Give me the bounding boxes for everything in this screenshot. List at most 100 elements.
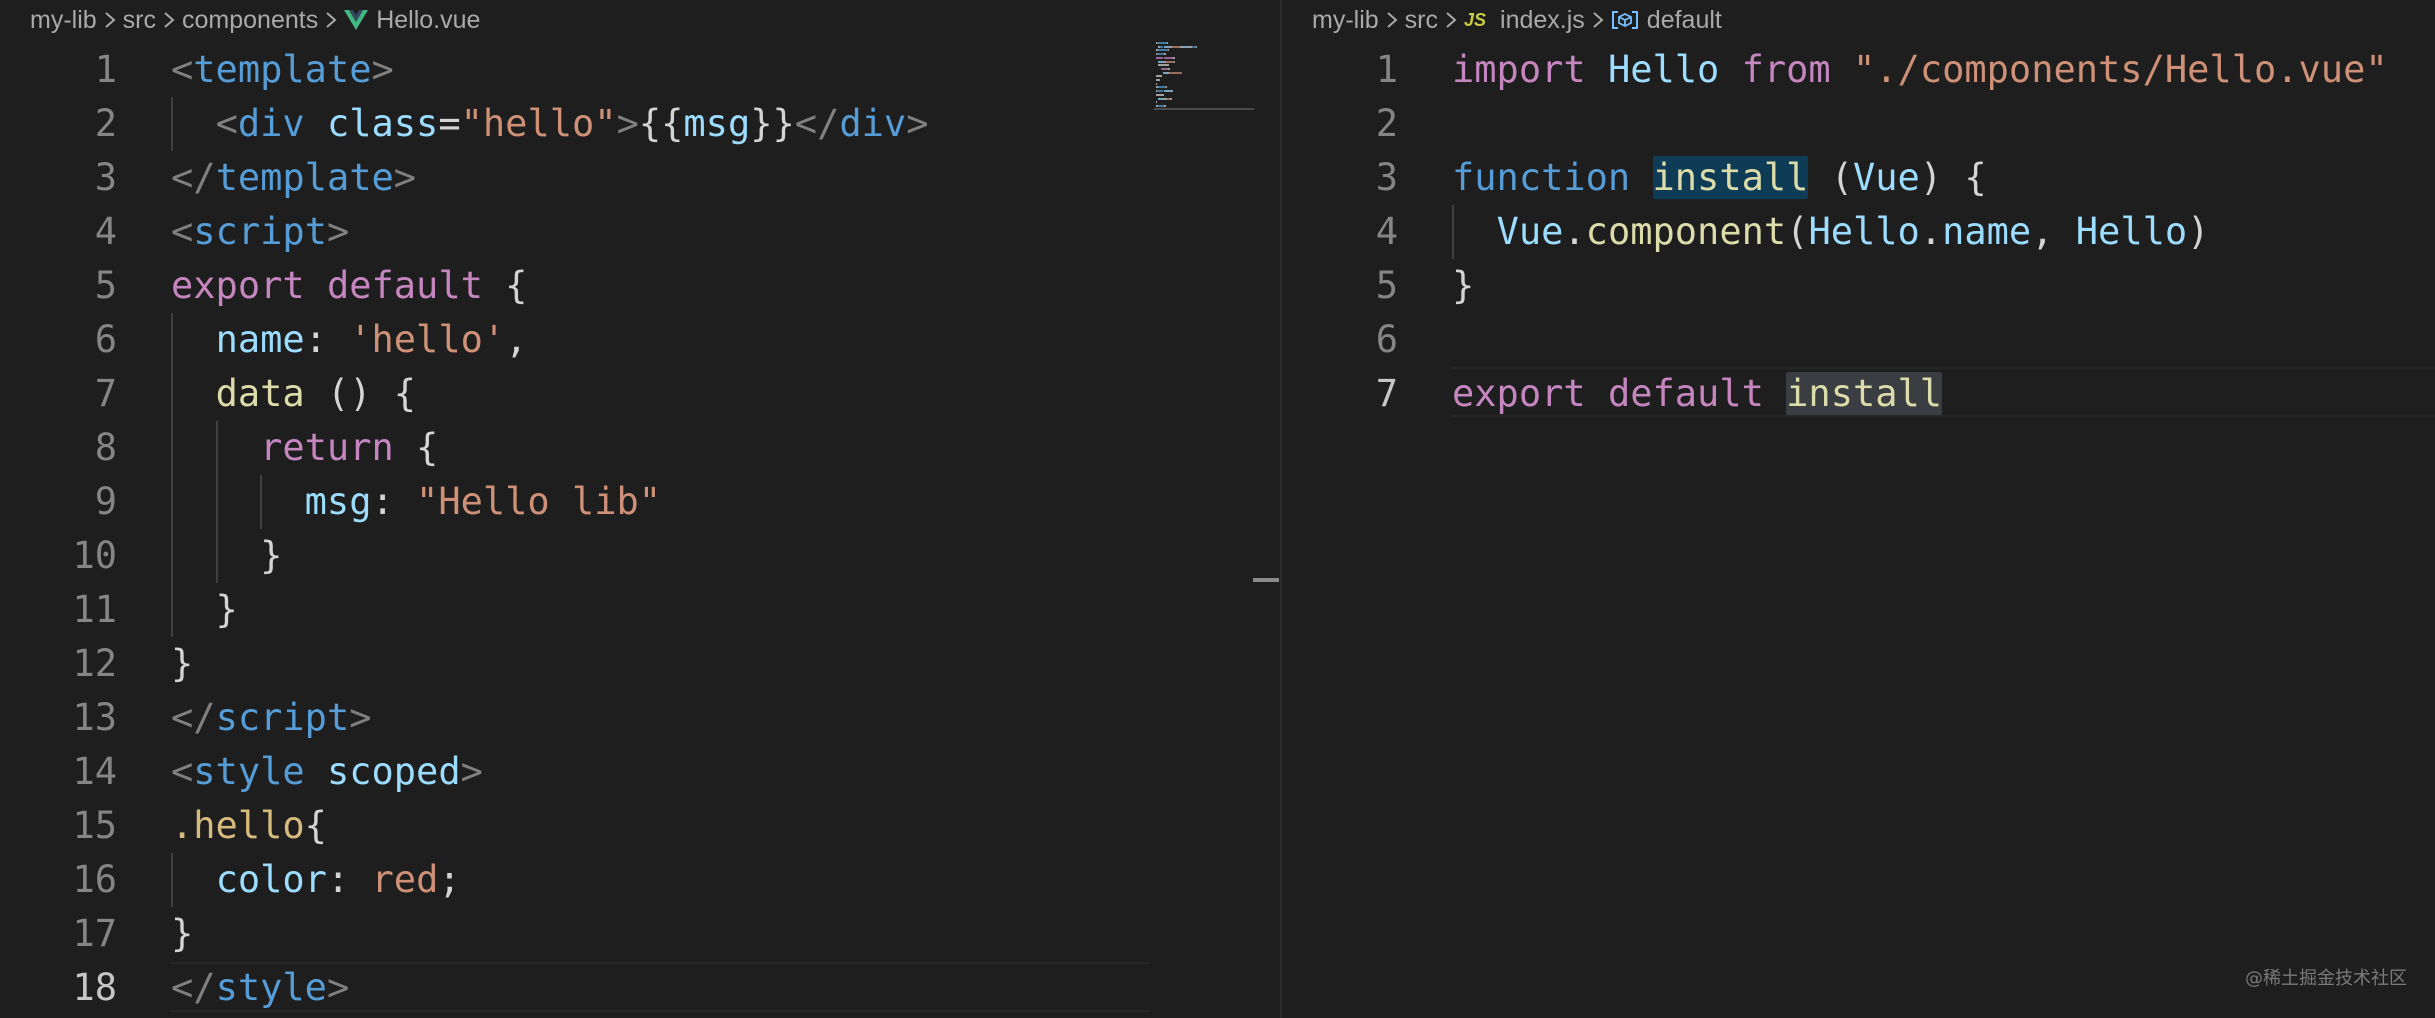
indent-guide — [260, 475, 263, 529]
code-token: "hello" — [460, 102, 617, 145]
line-number: 2 — [1375, 102, 1398, 145]
right-editor-pane[interactable]: my-lib src JS index.js default 1 import H… — [1282, 0, 2435, 1018]
code-area[interactable]: 1 <template> 2 <div class="hello">{{msg}}<… — [0, 43, 1280, 1015]
code-line[interactable]: 12} — [0, 637, 1280, 691]
code-text: } — [171, 583, 238, 637]
code-line[interactable]: 3 function install (Vue) { — [1282, 151, 2435, 205]
left-breadcrumb: my-lib src components Hello.vue — [30, 0, 480, 40]
code-line[interactable]: 10 } — [0, 529, 1280, 583]
breadcrumb-item-src[interactable]: src — [123, 6, 156, 35]
code-text: </script> — [171, 691, 372, 745]
code-line[interactable]: 2 <div class="hello">{{msg}}</div> — [0, 97, 1280, 151]
code-text: color: red; — [171, 853, 461, 907]
code-token: data — [215, 372, 305, 415]
code-token: { — [393, 426, 439, 469]
breadcrumb-item-symbol[interactable]: default — [1647, 6, 1722, 35]
code-token: () { — [304, 372, 417, 415]
code-token: > — [906, 102, 929, 145]
code-line[interactable]: 5 export default { — [0, 259, 1280, 313]
watermark-text: @稀土掘金技术社区 — [2245, 968, 2407, 989]
code-token: component — [1585, 210, 1787, 253]
line-number: 6 — [94, 318, 117, 361]
code-text: } — [171, 529, 282, 583]
breadcrumb-item-src[interactable]: src — [1405, 6, 1438, 35]
breadcrumb-item-my-lib[interactable]: my-lib — [30, 6, 97, 35]
code-token: msg — [683, 102, 751, 145]
line-number: 1 — [1375, 48, 1398, 91]
code-token: </ — [171, 966, 216, 1009]
breadcrumb-item-file[interactable]: Hello.vue — [376, 6, 480, 35]
code-token: from — [1741, 48, 1831, 91]
code-text: </template> — [171, 151, 416, 205]
code-token: ; — [438, 858, 461, 901]
code-token: red — [371, 858, 439, 901]
code-token: } — [171, 642, 194, 685]
code-token: </ — [171, 156, 216, 199]
code-line[interactable]: 8 return { — [0, 421, 1280, 475]
code-token: < — [171, 750, 194, 793]
code-text: </style> — [171, 961, 349, 1015]
code-line[interactable]: 7 data () { — [0, 367, 1280, 421]
line-number: 5 — [1375, 264, 1398, 307]
code-line[interactable]: 18 </style> — [0, 961, 1280, 1015]
indent-guide — [215, 421, 218, 583]
code-token: name — [1942, 210, 2032, 253]
code-text: <template> — [171, 43, 394, 97]
code-text: return { — [171, 421, 438, 475]
line-number: 3 — [1375, 156, 1398, 199]
code-token: .hello — [171, 804, 305, 847]
code-token: Vue — [1496, 210, 1564, 253]
code-line[interactable]: 4 <script> — [0, 205, 1280, 259]
code-area[interactable]: 1 import Hello from "./components/Hello.v… — [1282, 43, 2435, 421]
chevron-right-icon — [1379, 11, 1405, 29]
code-line[interactable]: 3 </template> — [0, 151, 1280, 205]
code-line[interactable]: 16 color: red; — [0, 853, 1280, 907]
breadcrumb-item-file[interactable]: index.js — [1500, 6, 1585, 35]
code-text: } — [1452, 259, 1474, 313]
code-token: > — [349, 696, 372, 739]
code-line[interactable]: 15 .hello{ — [0, 799, 1280, 853]
code-line[interactable]: 6 — [1282, 313, 2435, 367]
line-number: 16 — [72, 858, 117, 901]
left-editor-pane[interactable]: my-lib src components Hello.vue 1 <templa… — [0, 0, 1280, 1018]
code-line[interactable]: 1 <template> — [0, 43, 1280, 97]
code-text: <style scoped> — [171, 745, 483, 799]
code-line[interactable]: 17} — [0, 907, 1280, 961]
code-text: } — [171, 637, 193, 691]
code-line[interactable]: 5} — [1282, 259, 2435, 313]
indent-guide — [171, 853, 173, 907]
line-number: 12 — [72, 642, 117, 685]
code-token: > — [460, 750, 483, 793]
code-token: div — [839, 102, 907, 145]
code-line[interactable]: 11 } — [0, 583, 1280, 637]
code-token: script — [215, 696, 350, 739]
code-line[interactable]: 6 name: 'hello', — [0, 313, 1280, 367]
code-line[interactable]: 14 <style scoped> — [0, 745, 1280, 799]
code-line[interactable]: 4 Vue.component(Hello.name, Hello) — [1282, 205, 2435, 259]
code-text: import Hello from "./components/Hello.vu… — [1452, 43, 2388, 97]
breadcrumb-item-components[interactable]: components — [182, 6, 318, 35]
chevron-right-icon — [97, 11, 123, 29]
line-number: 4 — [1375, 210, 1398, 253]
code-token: script — [193, 210, 327, 253]
code-line[interactable]: 9 msg: "Hello lib" — [0, 475, 1280, 529]
line-number: 3 — [94, 156, 117, 199]
code-token: {{ — [638, 102, 684, 145]
code-token: ( — [1786, 210, 1809, 253]
breadcrumb-item-my-lib[interactable]: my-lib — [1312, 6, 1379, 35]
code-line[interactable]: 13 </script> — [0, 691, 1280, 745]
line-number: 2 — [94, 102, 117, 145]
line-number: 1 — [94, 48, 117, 91]
code-text: <script> — [171, 205, 349, 259]
code-token: , — [2031, 210, 2076, 253]
code-line[interactable]: 1 import Hello from "./components/Hello.v… — [1282, 43, 2435, 97]
code-line[interactable]: 7 export default install — [1282, 367, 2435, 421]
code-token: }} — [750, 102, 795, 145]
code-line[interactable]: 2 — [1282, 97, 2435, 151]
code-token: : — [326, 858, 372, 901]
